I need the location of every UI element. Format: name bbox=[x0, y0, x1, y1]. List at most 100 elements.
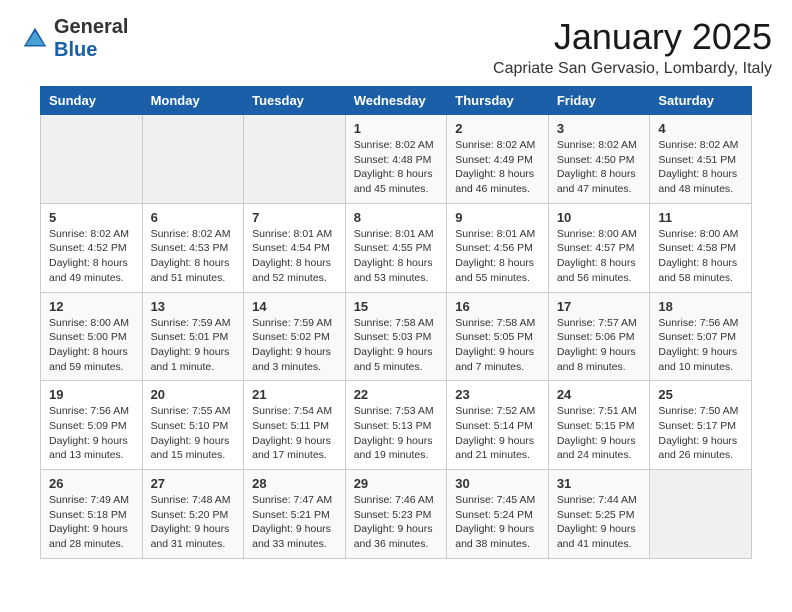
table-row: 5Sunrise: 8:02 AM Sunset: 4:52 PM Daylig… bbox=[41, 203, 143, 292]
logo: General Blue bbox=[20, 16, 128, 62]
day-number: 4 bbox=[658, 121, 743, 136]
table-row: 20Sunrise: 7:55 AM Sunset: 5:10 PM Dayli… bbox=[142, 381, 244, 470]
day-info: Sunrise: 7:51 AM Sunset: 5:15 PM Dayligh… bbox=[557, 404, 642, 463]
table-row: 10 Sunrise: 8:00 AM Sunset: 4:57 PM Dayli… bbox=[548, 203, 650, 292]
table-row: 24 Sunrise: 7:51 AM Sunset: 5:15 PM Dayli… bbox=[548, 381, 650, 470]
table-row: 15Sunrise: 7:58 AM Sunset: 5:03 PM Dayli… bbox=[345, 292, 447, 381]
day-info: Sunrise: 8:00 AM Sunset: 4:58 PM Dayligh… bbox=[658, 227, 743, 286]
table-row: 29 Sunrise: 7:46 AM Sunset: 5:23 PM Dayli… bbox=[345, 470, 447, 559]
table-row: 21 Sunrise: 7:54 AM Sunset: 5:11 PM Dayli… bbox=[244, 381, 346, 470]
day-number: 7 bbox=[252, 210, 337, 225]
logo-blue-text: Blue bbox=[54, 39, 128, 62]
day-info: Sunrise: 7:52 AM Sunset: 5:14 PM Dayligh… bbox=[455, 404, 540, 463]
logo-icon bbox=[20, 24, 50, 54]
day-info: Sunrise: 8:02 AM Sunset: 4:49 PM Dayligh… bbox=[455, 138, 540, 197]
col-sunday: Sunday bbox=[41, 87, 143, 115]
day-number: 2 bbox=[455, 121, 540, 136]
day-number: 14 bbox=[252, 299, 337, 314]
col-wednesday: Wednesday bbox=[345, 87, 447, 115]
day-number: 6 bbox=[151, 210, 236, 225]
col-tuesday: Tuesday bbox=[244, 87, 346, 115]
logo-general-text: General bbox=[54, 16, 128, 39]
month-title: January 2025 bbox=[493, 16, 772, 58]
table-row: 22 Sunrise: 7:53 AM Sunset: 5:13 PM Dayli… bbox=[345, 381, 447, 470]
table-row: 1 Sunrise: 8:02 AM Sunset: 4:48 PM Daylig… bbox=[345, 115, 447, 204]
table-row: 11Sunrise: 8:00 AM Sunset: 4:58 PM Dayli… bbox=[650, 203, 752, 292]
day-info: Sunrise: 7:56 AM Sunset: 5:09 PM Dayligh… bbox=[49, 404, 134, 463]
table-row: 26 Sunrise: 7:49 AM Sunset: 5:18 PM Dayli… bbox=[41, 470, 143, 559]
table-row: 30Sunrise: 7:45 AM Sunset: 5:24 PM Dayli… bbox=[447, 470, 549, 559]
day-info: Sunrise: 7:58 AM Sunset: 5:03 PM Dayligh… bbox=[354, 316, 439, 375]
day-info: Sunrise: 7:54 AM Sunset: 5:11 PM Dayligh… bbox=[252, 404, 337, 463]
day-number: 18 bbox=[658, 299, 743, 314]
day-info: Sunrise: 8:02 AM Sunset: 4:48 PM Dayligh… bbox=[354, 138, 439, 197]
day-number: 3 bbox=[557, 121, 642, 136]
day-number: 16 bbox=[455, 299, 540, 314]
day-info: Sunrise: 8:02 AM Sunset: 4:53 PM Dayligh… bbox=[151, 227, 236, 286]
table-row: 13 Sunrise: 7:59 AM Sunset: 5:01 PM Dayli… bbox=[142, 292, 244, 381]
day-number: 13 bbox=[151, 299, 236, 314]
col-saturday: Saturday bbox=[650, 87, 752, 115]
table-row: 7 Sunrise: 8:01 AM Sunset: 4:54 PM Daylig… bbox=[244, 203, 346, 292]
day-info: Sunrise: 7:58 AM Sunset: 5:05 PM Dayligh… bbox=[455, 316, 540, 375]
table-row: 17 Sunrise: 7:57 AM Sunset: 5:06 PM Dayli… bbox=[548, 292, 650, 381]
table-row: 12 Sunrise: 8:00 AM Sunset: 5:00 PM Dayli… bbox=[41, 292, 143, 381]
page-header: General Blue January 2025 Capriate San G… bbox=[0, 0, 792, 86]
day-info: Sunrise: 8:02 AM Sunset: 4:50 PM Dayligh… bbox=[557, 138, 642, 197]
col-monday: Monday bbox=[142, 87, 244, 115]
day-info: Sunrise: 8:01 AM Sunset: 4:54 PM Dayligh… bbox=[252, 227, 337, 286]
day-number: 26 bbox=[49, 476, 134, 491]
table-row: 16 Sunrise: 7:58 AM Sunset: 5:05 PM Dayli… bbox=[447, 292, 549, 381]
table-row: 9Sunrise: 8:01 AM Sunset: 4:56 PM Daylig… bbox=[447, 203, 549, 292]
day-number: 8 bbox=[354, 210, 439, 225]
day-number: 22 bbox=[354, 387, 439, 402]
day-number: 23 bbox=[455, 387, 540, 402]
table-row bbox=[41, 115, 143, 204]
day-info: Sunrise: 7:49 AM Sunset: 5:18 PM Dayligh… bbox=[49, 493, 134, 552]
calendar-table: Sunday Monday Tuesday Wednesday Thursday… bbox=[40, 86, 752, 559]
day-number: 29 bbox=[354, 476, 439, 491]
day-info: Sunrise: 8:00 AM Sunset: 5:00 PM Dayligh… bbox=[49, 316, 134, 375]
day-info: Sunrise: 7:53 AM Sunset: 5:13 PM Dayligh… bbox=[354, 404, 439, 463]
table-row bbox=[244, 115, 346, 204]
day-number: 19 bbox=[49, 387, 134, 402]
day-number: 17 bbox=[557, 299, 642, 314]
day-number: 1 bbox=[354, 121, 439, 136]
day-number: 30 bbox=[455, 476, 540, 491]
table-row: 25Sunrise: 7:50 AM Sunset: 5:17 PM Dayli… bbox=[650, 381, 752, 470]
day-number: 28 bbox=[252, 476, 337, 491]
location: Capriate San Gervasio, Lombardy, Italy bbox=[493, 60, 772, 78]
day-info: Sunrise: 7:59 AM Sunset: 5:02 PM Dayligh… bbox=[252, 316, 337, 375]
day-number: 25 bbox=[658, 387, 743, 402]
day-info: Sunrise: 7:47 AM Sunset: 5:21 PM Dayligh… bbox=[252, 493, 337, 552]
day-info: Sunrise: 8:00 AM Sunset: 4:57 PM Dayligh… bbox=[557, 227, 642, 286]
day-number: 31 bbox=[557, 476, 642, 491]
day-number: 24 bbox=[557, 387, 642, 402]
day-info: Sunrise: 7:57 AM Sunset: 5:06 PM Dayligh… bbox=[557, 316, 642, 375]
table-row: 23 Sunrise: 7:52 AM Sunset: 5:14 PM Dayli… bbox=[447, 381, 549, 470]
day-info: Sunrise: 8:02 AM Sunset: 4:51 PM Dayligh… bbox=[658, 138, 743, 197]
table-row: 8 Sunrise: 8:01 AM Sunset: 4:55 PM Daylig… bbox=[345, 203, 447, 292]
table-row: 6 Sunrise: 8:02 AM Sunset: 4:53 PM Daylig… bbox=[142, 203, 244, 292]
day-info: Sunrise: 7:48 AM Sunset: 5:20 PM Dayligh… bbox=[151, 493, 236, 552]
title-block: January 2025 Capriate San Gervasio, Lomb… bbox=[493, 16, 772, 78]
day-info: Sunrise: 8:02 AM Sunset: 4:52 PM Dayligh… bbox=[49, 227, 134, 286]
col-thursday: Thursday bbox=[447, 87, 549, 115]
day-number: 12 bbox=[49, 299, 134, 314]
day-info: Sunrise: 7:46 AM Sunset: 5:23 PM Dayligh… bbox=[354, 493, 439, 552]
calendar-week-row: 19 Sunrise: 7:56 AM Sunset: 5:09 PM Dayli… bbox=[41, 381, 752, 470]
table-row: 2 Sunrise: 8:02 AM Sunset: 4:49 PM Daylig… bbox=[447, 115, 549, 204]
day-number: 10 bbox=[557, 210, 642, 225]
day-info: Sunrise: 7:59 AM Sunset: 5:01 PM Dayligh… bbox=[151, 316, 236, 375]
day-info: Sunrise: 7:55 AM Sunset: 5:10 PM Dayligh… bbox=[151, 404, 236, 463]
day-number: 21 bbox=[252, 387, 337, 402]
calendar-header-row: Sunday Monday Tuesday Wednesday Thursday… bbox=[41, 87, 752, 115]
calendar-week-row: 5Sunrise: 8:02 AM Sunset: 4:52 PM Daylig… bbox=[41, 203, 752, 292]
table-row: 4 Sunrise: 8:02 AM Sunset: 4:51 PM Daylig… bbox=[650, 115, 752, 204]
day-number: 9 bbox=[455, 210, 540, 225]
calendar-wrapper: Sunday Monday Tuesday Wednesday Thursday… bbox=[0, 86, 792, 559]
page-container: General Blue January 2025 Capriate San G… bbox=[0, 0, 792, 612]
day-number: 27 bbox=[151, 476, 236, 491]
day-info: Sunrise: 8:01 AM Sunset: 4:55 PM Dayligh… bbox=[354, 227, 439, 286]
day-info: Sunrise: 7:56 AM Sunset: 5:07 PM Dayligh… bbox=[658, 316, 743, 375]
